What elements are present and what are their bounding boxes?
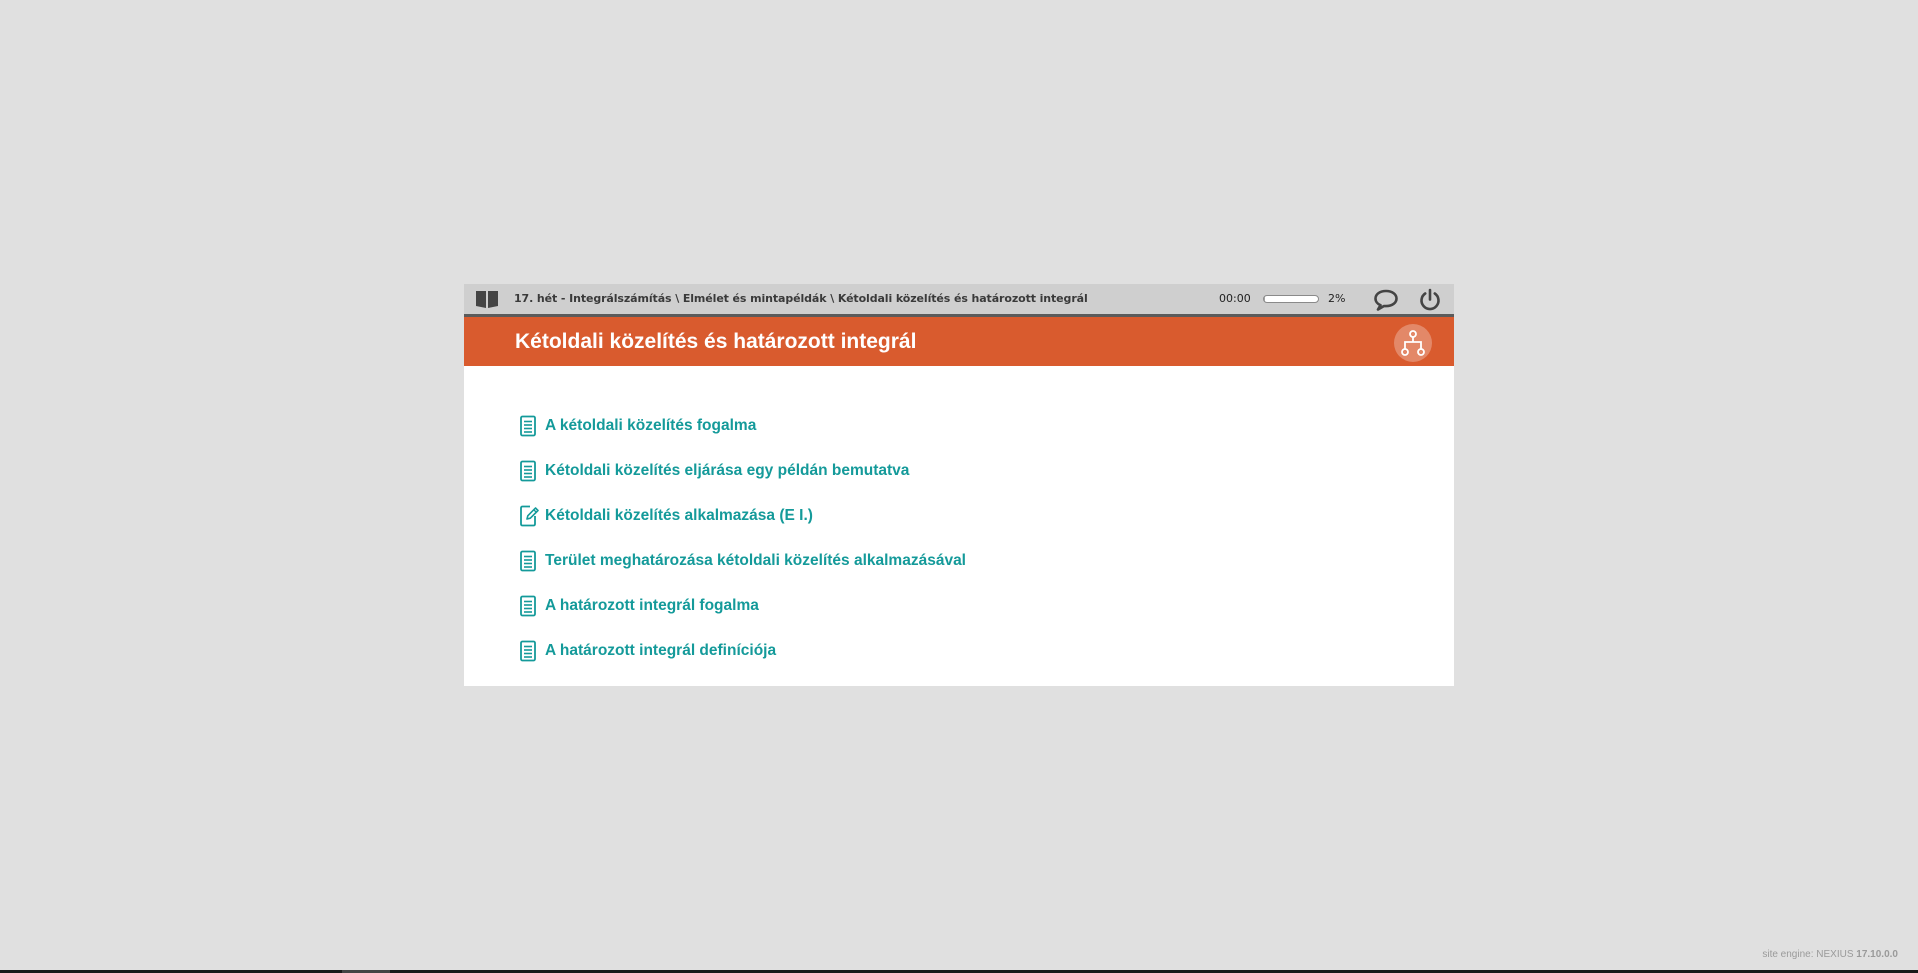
top-bar: 17. hét - Integrálszámítás \ Elmélet és … [464,284,1454,317]
list-item[interactable]: A kétoldali közelítés fogalma [464,415,1454,460]
breadcrumb: 17. hét - Integrálszámítás \ Elmélet és … [514,292,1088,305]
document-icon [519,550,537,572]
list-item[interactable]: A határozott integrál fogalma [464,595,1454,640]
list-item-label: Kétoldali közelítés alkalmazása (E I.) [545,507,813,524]
list-item-label: Kétoldali közelítés eljárása egy példán … [545,462,910,479]
document-icon [519,595,537,617]
footer-prefix: site engine: NEXIUS [1762,949,1857,960]
list-item[interactable]: A határozott integrál definíciója [464,640,1454,685]
list-item-label: A határozott integrál definíciója [545,642,777,659]
edit-document-icon [519,505,539,527]
site-engine-footer: site engine: NEXIUS 17.10.0.0 [1762,949,1898,960]
title-bar: Kétoldali közelítés és határozott integr… [464,317,1454,366]
page-title: Kétoldali közelítés és határozott integr… [515,330,917,353]
timer: 00:00 [1219,292,1251,305]
list-item[interactable]: Terület meghatározása kétoldali közelíté… [464,550,1454,595]
list-item-label: A határozott integrál fogalma [545,597,759,614]
speech-bubble-icon[interactable] [1373,288,1399,312]
document-icon [519,415,537,437]
list-item[interactable]: Kétoldali közelítés eljárása egy példán … [464,460,1454,505]
document-icon [519,460,537,482]
sitemap-icon [1401,330,1425,356]
progress-percent: 2% [1328,292,1346,305]
footer-version: 17.10.0.0 [1856,949,1898,960]
open-book-icon[interactable] [475,289,499,309]
list-item-label: Terület meghatározása kétoldali közelíté… [545,552,966,569]
document-icon [519,640,537,662]
list-item-label: A kétoldali közelítés fogalma [545,417,757,434]
topic-list: A kétoldali közelítés fogalma Kétoldali … [464,366,1454,685]
progress-fill [1264,296,1266,302]
power-icon[interactable] [1418,288,1442,312]
sitemap-button[interactable] [1394,324,1432,362]
progress-bar [1263,295,1319,303]
list-item[interactable]: Kétoldali közelítés alkalmazása (E I.) [464,505,1454,550]
course-frame: 17. hét - Integrálszámítás \ Elmélet és … [464,284,1454,686]
